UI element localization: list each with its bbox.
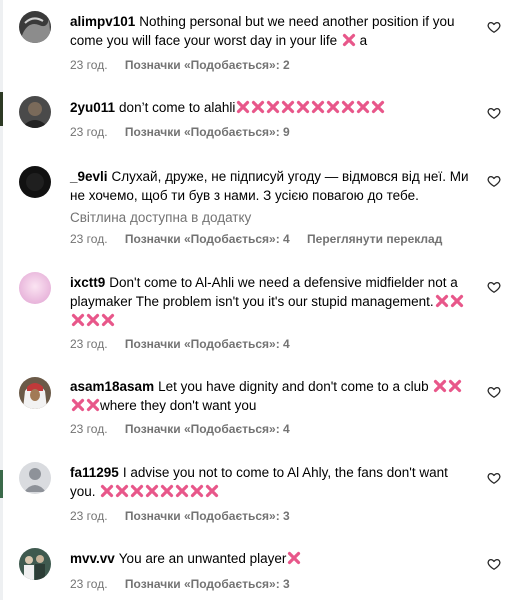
photo-available-note: Світлина доступна в додатку bbox=[70, 210, 252, 225]
cross-mark-emoji-run bbox=[235, 100, 385, 115]
comment-meta: 23 год. Позначки «Подобається»: 2 bbox=[70, 58, 304, 72]
cross-mark-emoji bbox=[236, 100, 250, 114]
comment-meta: 23 год. Позначки «Подобається»: 3 bbox=[70, 577, 304, 591]
cross-mark-emoji bbox=[450, 294, 464, 308]
heart-icon[interactable] bbox=[487, 20, 501, 34]
heart-icon[interactable] bbox=[487, 174, 501, 188]
cross-mark-emoji bbox=[175, 484, 189, 498]
comment-username[interactable]: asam18asam bbox=[70, 379, 154, 394]
comment-text: Let you have dignity and don't come to a… bbox=[158, 379, 429, 394]
cross-mark-emoji bbox=[433, 379, 447, 393]
likes-count[interactable]: Позначки «Подобається»: 3 bbox=[125, 577, 290, 591]
comment-meta: 23 год. Позначки «Подобається»: 4 bbox=[70, 337, 304, 351]
cross-mark-emoji bbox=[266, 100, 280, 114]
cross-mark-emoji bbox=[205, 484, 219, 498]
avatar[interactable] bbox=[19, 548, 51, 580]
comment-time: 23 год. bbox=[70, 125, 108, 139]
cross-mark-emoji bbox=[326, 100, 340, 114]
comment-meta: 23 год. Позначки «Подобається»: 9 bbox=[70, 125, 304, 139]
comment-time: 23 год. bbox=[70, 422, 108, 436]
comment-username[interactable]: ixctt9 bbox=[70, 275, 105, 290]
cross-mark-emoji bbox=[160, 484, 174, 498]
comment-text: Don't come to Al-Ahli we need a defensiv… bbox=[70, 275, 458, 309]
comment-body: mvv.vv You are an unwanted player bbox=[70, 549, 470, 568]
cross-mark-emoji bbox=[130, 484, 144, 498]
comment-time: 23 год. bbox=[70, 509, 108, 523]
comment-time: 23 год. bbox=[70, 58, 108, 72]
comment-body: fa11295 I advise you not to come to Al Ah… bbox=[70, 463, 470, 501]
cross-mark-emoji bbox=[448, 379, 462, 393]
cross-mark-emoji bbox=[287, 551, 301, 565]
comment-username[interactable]: 2yu011 bbox=[70, 100, 115, 115]
cross-mark-emoji bbox=[342, 33, 356, 47]
heart-icon[interactable] bbox=[487, 557, 501, 571]
cross-mark-emoji bbox=[341, 100, 355, 114]
comment-username[interactable]: mvv.vv bbox=[70, 551, 115, 566]
comment-body: 2yu011 don’t come to alahli bbox=[70, 98, 470, 117]
left-edge-strip bbox=[0, 0, 3, 600]
avatar[interactable] bbox=[19, 96, 51, 128]
cross-mark-emoji bbox=[86, 313, 100, 327]
view-translation-link[interactable]: Переглянути переклад bbox=[307, 232, 442, 246]
likes-count[interactable]: Позначки «Подобається»: 2 bbox=[125, 58, 290, 72]
cross-mark-emoji bbox=[356, 100, 370, 114]
cross-mark-emoji-run bbox=[286, 551, 301, 566]
cross-mark-emoji bbox=[86, 398, 100, 412]
heart-icon[interactable] bbox=[487, 471, 501, 485]
heart-icon[interactable] bbox=[487, 280, 501, 294]
comment-time: 23 год. bbox=[70, 577, 108, 591]
likes-count[interactable]: Позначки «Подобається»: 4 bbox=[125, 422, 290, 436]
comment-body: _9evli Слухай, друже, не підписуй угоду —… bbox=[70, 167, 470, 205]
cross-mark-emoji bbox=[71, 313, 85, 327]
likes-count[interactable]: Позначки «Подобається»: 3 bbox=[125, 509, 290, 523]
cross-mark-emoji bbox=[100, 484, 114, 498]
heart-icon[interactable] bbox=[487, 106, 501, 120]
comment-text-suffix: a bbox=[359, 33, 368, 48]
comment-text: don’t come to alahli bbox=[119, 100, 236, 115]
comment-username[interactable]: fa11295 bbox=[70, 465, 119, 480]
cross-mark-emoji bbox=[101, 313, 115, 327]
cross-mark-emoji bbox=[371, 100, 385, 114]
cross-mark-emoji bbox=[251, 100, 265, 114]
cross-mark-emoji bbox=[115, 484, 129, 498]
comment-body: asam18asam Let you have dignity and don't… bbox=[70, 377, 470, 415]
heart-icon[interactable] bbox=[487, 385, 501, 399]
comment-meta: 23 год. Позначки «Подобається»: 3 bbox=[70, 509, 304, 523]
avatar[interactable] bbox=[19, 272, 51, 304]
comment-body: ixctt9 Don't come to Al-Ahli we need a de… bbox=[70, 273, 470, 330]
cross-mark-emoji bbox=[435, 294, 449, 308]
cross-mark-emoji bbox=[281, 100, 295, 114]
likes-count[interactable]: Позначки «Подобається»: 4 bbox=[125, 232, 290, 246]
comment-text: You are an unwanted player bbox=[118, 551, 287, 566]
avatar[interactable] bbox=[19, 11, 51, 43]
cross-mark-emoji bbox=[296, 100, 310, 114]
comment-meta: 23 год. Позначки «Подобається»: 4 bbox=[70, 422, 304, 436]
comment-time: 23 год. bbox=[70, 337, 108, 351]
avatar[interactable] bbox=[19, 166, 51, 198]
avatar[interactable] bbox=[19, 377, 51, 409]
cross-mark-emoji-run bbox=[99, 484, 219, 499]
likes-count[interactable]: Позначки «Подобається»: 9 bbox=[125, 125, 290, 139]
comment-username[interactable]: _9evli bbox=[70, 169, 108, 184]
avatar[interactable] bbox=[19, 462, 51, 494]
comment-text: Слухай, друже, не підписуй угоду — відмо… bbox=[70, 169, 469, 203]
comment-text-continued: where they don't want you bbox=[100, 398, 257, 413]
cross-mark-emoji bbox=[71, 398, 85, 412]
comment-body: alimpv101 Nothing personal but we need an… bbox=[70, 12, 470, 50]
comment-meta: 23 год. Позначки «Подобається»: 4 Перегл… bbox=[70, 232, 456, 246]
cross-mark-emoji bbox=[311, 100, 325, 114]
likes-count[interactable]: Позначки «Подобається»: 4 bbox=[125, 337, 290, 351]
cross-mark-emoji bbox=[145, 484, 159, 498]
comment-username[interactable]: alimpv101 bbox=[70, 14, 135, 29]
comment-time: 23 год. bbox=[70, 232, 108, 246]
cross-mark-emoji bbox=[190, 484, 204, 498]
